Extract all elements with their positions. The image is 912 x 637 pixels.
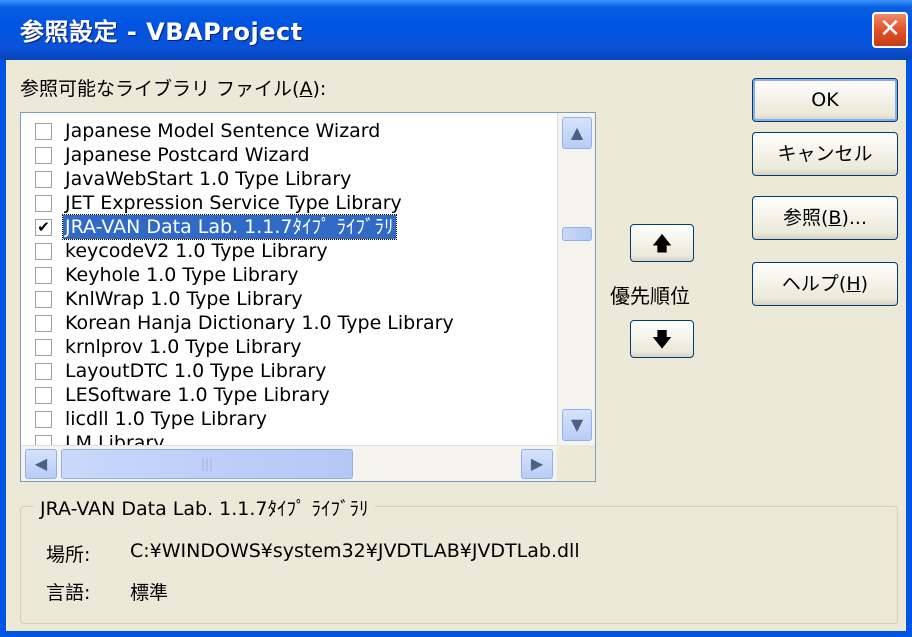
window-title: 参照設定 - VBAProject xyxy=(20,18,303,46)
arrow-down-icon: 🡇 xyxy=(651,327,673,351)
title-bar: 参照設定 - VBAProject ✕ xyxy=(0,0,912,60)
list-item-label: krnlprov 1.0 Type Library xyxy=(65,336,302,358)
checkmark-icon: ✔ xyxy=(37,218,50,236)
reference-checkbox[interactable] xyxy=(35,387,52,404)
grip-icon: ||| xyxy=(200,457,214,471)
list-item-label: LayoutDTC 1.0 Type Library xyxy=(65,360,327,382)
list-item[interactable]: Korean Hanja Dictionary 1.0 Type Library xyxy=(21,311,557,335)
reference-details-title: JRA-VAN Data Lab. 1.1.7ﾀｲﾌﾟ ﾗｲﾌﾞﾗﾘ xyxy=(34,494,375,521)
list-item-label: Japanese Postcard Wizard xyxy=(65,144,310,166)
vertical-scrollbar[interactable]: ▲ ▼ xyxy=(557,113,595,445)
horizontal-scrollbar[interactable]: ◀ ||| ▶ xyxy=(21,445,557,481)
available-references-label-end: ): xyxy=(312,78,327,100)
help-accesskey: H xyxy=(846,273,861,295)
browse-button-end: )... xyxy=(841,207,867,229)
language-value: 標準 xyxy=(130,582,169,604)
language-label: 言語: xyxy=(46,582,91,604)
list-item-label: LM Library xyxy=(65,432,165,445)
reference-checkbox[interactable] xyxy=(35,315,52,332)
available-references-accesskey: A xyxy=(299,78,313,100)
references-listbox[interactable]: Japanese Model Sentence Wizard Japanese P… xyxy=(20,112,596,482)
cancel-button[interactable]: キャンセル xyxy=(752,132,898,176)
reference-checkbox[interactable] xyxy=(35,411,52,428)
reference-checkbox[interactable] xyxy=(35,147,52,164)
list-item-label: JavaWebStart 1.0 Type Library xyxy=(65,168,352,190)
reference-checkbox[interactable] xyxy=(35,291,52,308)
list-item-label: JRA-VAN Data Lab. 1.1.7ﾀｲﾌﾟ ﾗｲﾌﾞﾗﾘ xyxy=(62,214,397,240)
priority-up-button[interactable]: 🡅 xyxy=(630,224,694,262)
list-item[interactable]: keycodeV2 1.0 Type Library xyxy=(21,239,557,263)
browse-button-text: 参照( xyxy=(783,207,829,229)
list-item-label: Japanese Model Sentence Wizard xyxy=(65,120,381,142)
reference-checkbox[interactable] xyxy=(35,267,52,284)
browse-accesskey: B xyxy=(828,207,842,229)
vertical-scroll-thumb[interactable] xyxy=(562,227,592,241)
reference-checkbox[interactable] xyxy=(35,171,52,188)
scroll-right-button[interactable]: ▶ xyxy=(521,449,553,479)
chevron-down-icon: ▼ xyxy=(570,415,584,434)
priority-label: 優先順位 xyxy=(610,284,690,308)
list-item-label: keycodeV2 1.0 Type Library xyxy=(65,240,328,262)
ok-button[interactable]: OK xyxy=(752,78,898,122)
reference-checkbox[interactable] xyxy=(35,435,52,445)
list-item[interactable]: LESoftware 1.0 Type Library xyxy=(21,383,557,407)
chevron-left-icon: ◀ xyxy=(34,454,48,473)
list-item[interactable]: Japanese Model Sentence Wizard xyxy=(21,119,557,143)
arrow-up-icon: 🡅 xyxy=(651,231,673,255)
reference-checkbox[interactable]: ✔ xyxy=(35,219,52,236)
scroll-left-button[interactable]: ◀ xyxy=(25,449,57,479)
chevron-right-icon: ▶ xyxy=(530,454,544,473)
list-item[interactable]: ✔ JRA-VAN Data Lab. 1.1.7ﾀｲﾌﾟ ﾗｲﾌﾞﾗﾘ xyxy=(21,214,557,240)
reference-checkbox[interactable] xyxy=(35,339,52,356)
help-button[interactable]: ヘルプ(H) xyxy=(752,262,898,306)
list-item-label: Korean Hanja Dictionary 1.0 Type Library xyxy=(65,312,454,334)
location-label: 場所: xyxy=(46,544,91,566)
list-item[interactable]: JavaWebStart 1.0 Type Library xyxy=(21,167,557,191)
available-references-label-text: 参照可能なライブラリ ファイル( xyxy=(20,78,300,100)
list-item[interactable]: Japanese Postcard Wizard xyxy=(21,143,557,167)
list-item[interactable]: LM Library xyxy=(21,431,557,445)
reference-checkbox[interactable] xyxy=(35,243,52,260)
list-item-label: JET Expression Service Type Library xyxy=(65,192,402,214)
help-button-text: ヘルプ( xyxy=(781,273,847,295)
list-item[interactable]: LayoutDTC 1.0 Type Library xyxy=(21,359,557,383)
references-list-rows: Japanese Model Sentence Wizard Japanese P… xyxy=(21,113,557,445)
close-icon: ✕ xyxy=(879,14,901,44)
help-button-end: ) xyxy=(860,273,869,295)
reference-checkbox[interactable] xyxy=(35,195,52,212)
horizontal-scroll-thumb[interactable]: ||| xyxy=(61,449,353,479)
location-value: C:¥WINDOWS¥system32¥JVDTLAB¥JVDTLab.dll xyxy=(130,540,580,562)
priority-down-button[interactable]: 🡇 xyxy=(630,320,694,358)
available-references-label: 参照可能なライブラリ ファイル(A): xyxy=(20,74,326,101)
list-item[interactable]: krnlprov 1.0 Type Library xyxy=(21,335,557,359)
chevron-up-icon: ▲ xyxy=(570,123,584,142)
reference-details-group xyxy=(20,506,898,624)
list-item-label: LESoftware 1.0 Type Library xyxy=(65,384,330,406)
scrollbar-corner xyxy=(557,445,595,481)
list-item[interactable]: JET Expression Service Type Library xyxy=(21,191,557,215)
close-button[interactable]: ✕ xyxy=(872,12,908,48)
list-item[interactable]: licdll 1.0 Type Library xyxy=(21,407,557,431)
list-item-label: Keyhole 1.0 Type Library xyxy=(65,264,299,286)
browse-button[interactable]: 参照(B)... xyxy=(752,196,898,240)
list-item-label: licdll 1.0 Type Library xyxy=(65,408,268,430)
reference-checkbox[interactable] xyxy=(35,363,52,380)
reference-checkbox[interactable] xyxy=(35,123,52,140)
list-item[interactable]: Keyhole 1.0 Type Library xyxy=(21,263,557,287)
scroll-down-button[interactable]: ▼ xyxy=(562,409,592,441)
scroll-up-button[interactable]: ▲ xyxy=(562,117,592,149)
list-item[interactable]: KnlWrap 1.0 Type Library xyxy=(21,287,557,311)
list-item-label: KnlWrap 1.0 Type Library xyxy=(65,288,303,310)
